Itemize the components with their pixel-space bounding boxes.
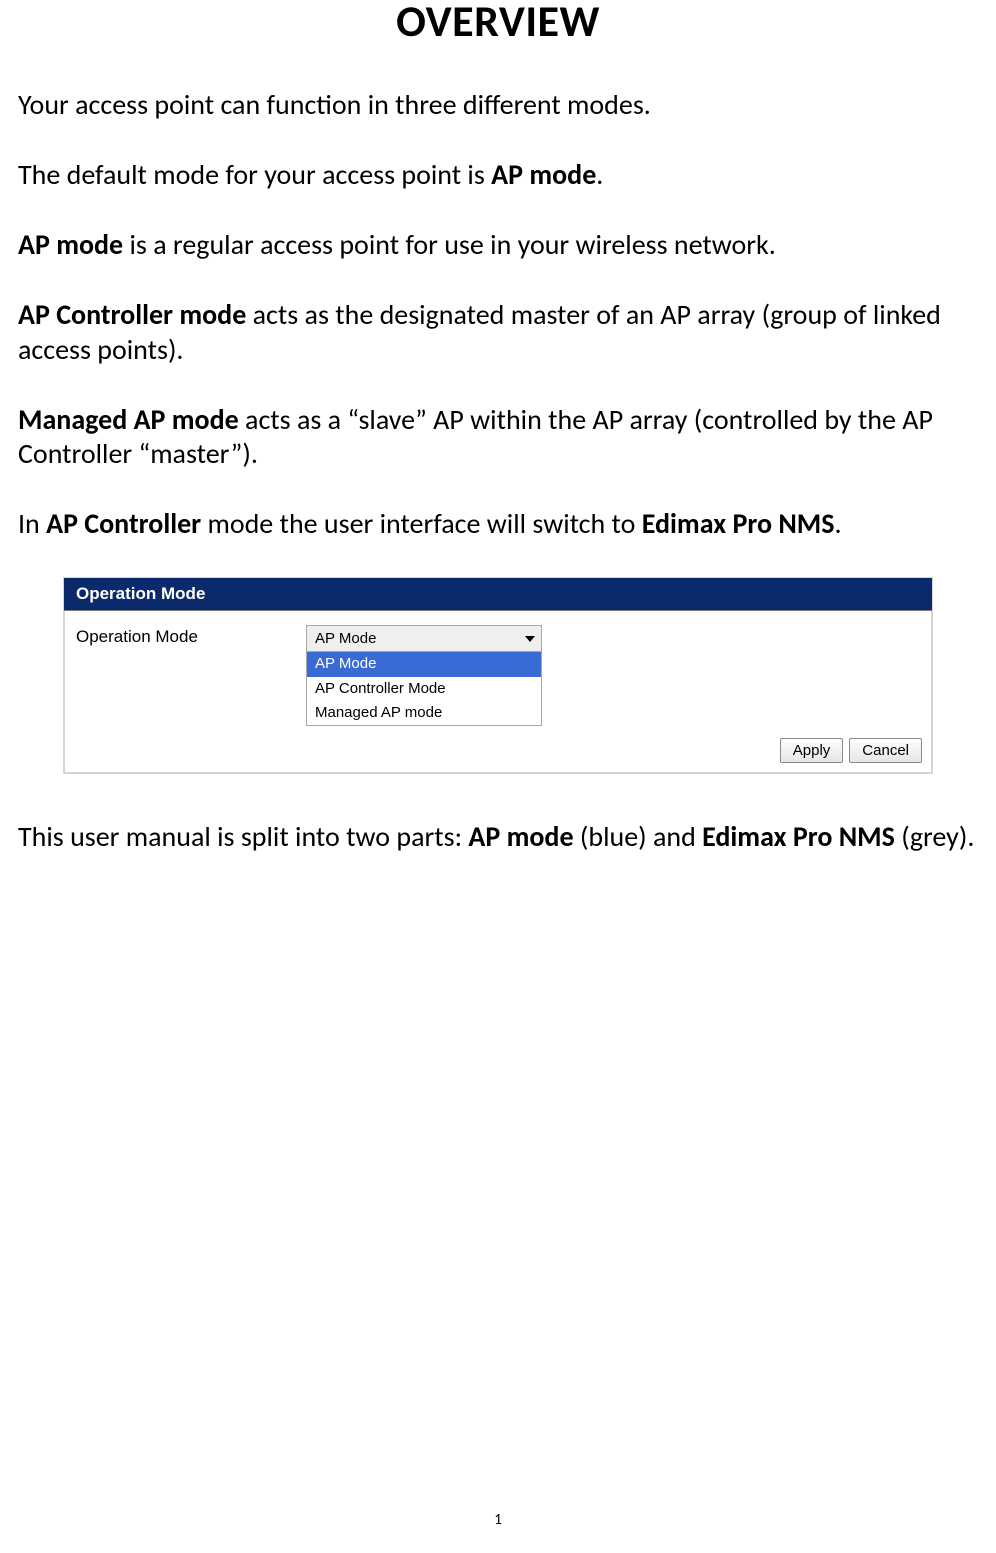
paragraph-ap-mode: AP mode is a regular access point for us… [18, 228, 978, 262]
select-current-value: AP Mode [315, 630, 376, 647]
paragraph-manual-split: This user manual is split into two parts… [18, 820, 978, 854]
text: This user manual is split into two parts… [18, 819, 468, 854]
page-number: 1 [0, 1511, 996, 1529]
text: The default mode for your access point i… [18, 157, 491, 192]
chevron-down-icon [525, 636, 535, 642]
panel-body: Operation Mode AP Mode AP Mode AP Contro… [64, 611, 932, 736]
apply-button[interactable]: Apply [780, 738, 844, 763]
operation-mode-label: Operation Mode [76, 625, 306, 647]
bold-ap-controller-mode: AP Controller mode [18, 297, 246, 332]
operation-mode-figure: Operation Mode Operation Mode AP Mode AP… [63, 577, 933, 774]
paragraph-managed-mode: Managed AP mode acts as a “slave” AP wit… [18, 403, 978, 471]
paragraph-default-mode: The default mode for your access point i… [18, 158, 978, 192]
text: (blue) and [574, 819, 703, 854]
select-option-ap-mode[interactable]: AP Mode [307, 652, 541, 676]
paragraph-intro: Your access point can function in three … [18, 88, 978, 122]
select-option-managed-ap-mode[interactable]: Managed AP mode [307, 701, 541, 725]
bold-managed-ap-mode: Managed AP mode [18, 402, 239, 437]
text: mode the user interface will switch to [201, 506, 642, 541]
select-display[interactable]: AP Mode [306, 625, 542, 652]
bold-ap-mode: AP mode [18, 227, 123, 262]
text: Your access point can function in three … [18, 87, 651, 122]
bold-edimax-pro-nms: Edimax Pro NMS [702, 819, 895, 854]
operation-mode-panel: Operation Mode Operation Mode AP Mode AP… [63, 577, 933, 774]
bold-ap-controller: AP Controller [46, 506, 201, 541]
select-dropdown-list: AP Mode AP Controller Mode Managed AP mo… [306, 652, 542, 726]
text: (grey). [895, 819, 975, 854]
page-title: OVERVIEW [18, 0, 978, 48]
paragraph-controller-mode: AP Controller mode acts as the designate… [18, 298, 978, 366]
cancel-button[interactable]: Cancel [849, 738, 922, 763]
bold-edimax-pro-nms: Edimax Pro NMS [642, 506, 835, 541]
bold-ap-mode: AP mode [468, 819, 573, 854]
text: In [18, 506, 46, 541]
select-option-ap-controller-mode[interactable]: AP Controller Mode [307, 677, 541, 701]
operation-mode-select[interactable]: AP Mode AP Mode AP Controller Mode Manag… [306, 625, 542, 726]
paragraph-ui-switch: In AP Controller mode the user interface… [18, 507, 978, 541]
text: is a regular access point for use in you… [123, 227, 776, 262]
text: . [835, 506, 842, 541]
text: . [596, 157, 603, 192]
panel-button-row: Apply Cancel [64, 736, 932, 773]
bold-ap-mode: AP mode [491, 157, 596, 192]
panel-header: Operation Mode [64, 578, 932, 611]
